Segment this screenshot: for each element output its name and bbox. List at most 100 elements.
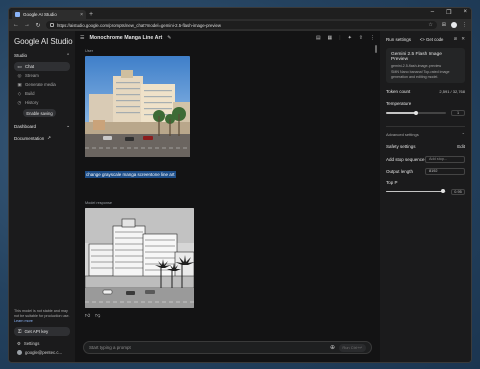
token-count-value: 2,591 / 32,768 bbox=[439, 89, 465, 95]
top-p-slider[interactable]: 0.95 bbox=[386, 188, 465, 196]
reload-icon[interactable]: ↻ bbox=[35, 22, 41, 29]
toolbar-actions: ▤ ▦ | ✦ ⇪ ⋮ bbox=[316, 35, 375, 41]
browser-toolbar-icons: ⊞ ⋮ bbox=[442, 22, 467, 28]
browser-tab[interactable]: Google AI Studio × bbox=[12, 10, 86, 19]
close-window-button[interactable]: × bbox=[463, 9, 467, 16]
chevron-up-icon: ⌃ bbox=[66, 53, 70, 58]
hotel-manga-lineart bbox=[85, 208, 194, 308]
top-p-row: Top P bbox=[386, 180, 465, 185]
thumbs-down-icon[interactable]: 👎︎ bbox=[95, 313, 100, 319]
temperature-input[interactable]: 1 bbox=[451, 110, 465, 117]
prompt-toolbar: ☰ Monochrome Manga Line Art ✎ ▤ ▦ | ✦ ⇪ … bbox=[75, 31, 380, 44]
top-p-label: Top P bbox=[386, 179, 398, 185]
minimize-button[interactable]: – bbox=[431, 9, 434, 16]
extensions-icon[interactable]: ⊞ bbox=[442, 22, 446, 28]
chat-main: ☰ Monochrome Manga Line Art ✎ ▤ ▦ | ✦ ⇪ … bbox=[75, 31, 380, 362]
temperature-thumb[interactable] bbox=[414, 110, 418, 115]
hotel-color-photo bbox=[85, 56, 190, 157]
advanced-settings-toggle[interactable]: Advanced settings ⌃ bbox=[386, 132, 465, 137]
collapse-sidebar-icon[interactable]: ☰ bbox=[80, 35, 84, 41]
save-icon[interactable]: ▦ bbox=[328, 35, 333, 41]
model-id: gemini-2.5-flash-image-preview bbox=[391, 64, 442, 68]
magic-icon[interactable]: ✦ bbox=[348, 35, 352, 41]
sidebar-item-label: Generate media bbox=[25, 82, 56, 87]
compare-icon[interactable]: ▤ bbox=[316, 35, 321, 41]
sidebar-item-label: Chat bbox=[25, 64, 35, 69]
model-name: Gemini 2.5 Flash Image Preview bbox=[391, 52, 442, 62]
stop-sequence-input[interactable]: Add stop... bbox=[425, 155, 465, 163]
lock-icon bbox=[50, 23, 54, 27]
new-tab-button[interactable]: + bbox=[89, 10, 93, 19]
app-logo: Google AI Studio bbox=[14, 37, 73, 46]
sidebar-item-history[interactable]: ◷ History bbox=[14, 98, 70, 107]
token-count-label: Token count bbox=[386, 89, 411, 95]
chevron-down-icon: ⌄ bbox=[66, 123, 70, 128]
thumbs-up-icon[interactable]: 👍︎ bbox=[85, 313, 90, 319]
temperature-row: Temperature bbox=[386, 101, 465, 106]
learn-more-link[interactable]: Learn more bbox=[14, 319, 33, 323]
safety-edit-button[interactable]: Edit bbox=[457, 144, 465, 149]
sidebar-item-stream[interactable]: ◎ Stream bbox=[14, 71, 70, 80]
token-count-row: Token count 2,591 / 32,768 bbox=[386, 89, 465, 94]
temperature-slider[interactable]: 1 bbox=[386, 109, 465, 117]
documentation-link[interactable]: Documentation ↗ bbox=[14, 135, 70, 141]
documentation-label: Documentation bbox=[14, 135, 45, 141]
top-p-track[interactable] bbox=[386, 189, 446, 194]
browser-window: Google AI Studio × + – ❐ × ← → ↻ https:/… bbox=[8, 7, 472, 363]
sidebar-item-generate-media[interactable]: ▣ Generate media bbox=[14, 80, 70, 89]
sidebar-item-build[interactable]: ◇ Build bbox=[14, 89, 70, 98]
output-length-label: Output length bbox=[386, 168, 414, 174]
settings-item[interactable]: ⚙ Settings bbox=[14, 339, 70, 348]
safety-settings-row: Safety settings Edit bbox=[386, 144, 465, 149]
user-uploaded-image[interactable] bbox=[85, 56, 190, 157]
reset-icon[interactable]: ⊘ bbox=[453, 36, 457, 42]
run-settings-title: Run settings bbox=[386, 36, 412, 42]
sidebar-item-label: Build bbox=[25, 91, 35, 96]
output-length-input[interactable]: 8192 bbox=[425, 167, 465, 175]
close-icon[interactable]: ✕ bbox=[461, 36, 465, 42]
add-media-icon[interactable]: ⊕ bbox=[330, 344, 335, 351]
bookmark-star-icon[interactable]: ☆ bbox=[428, 22, 432, 28]
sidebar-item-chat[interactable]: ▭ Chat bbox=[14, 62, 70, 71]
more-options-icon[interactable]: ⋮ bbox=[370, 35, 375, 41]
enable-saving-button[interactable]: Enable saving bbox=[23, 109, 56, 117]
page-title[interactable]: Monochrome Manga Line Art bbox=[89, 35, 162, 41]
prompt-input[interactable]: Start typing a prompt ⊕ Run Ctrl+↵ bbox=[83, 341, 372, 354]
build-icon: ◇ bbox=[17, 90, 22, 96]
model-selector-card[interactable]: Gemini 2.5 Flash Image Preview gemini-2.… bbox=[386, 48, 465, 84]
url-field[interactable]: https://aistudio.google.com/prompts/new_… bbox=[46, 21, 437, 29]
model-warning-note: This model is not stable and may not be … bbox=[14, 309, 70, 324]
dashboard-link[interactable]: Dashboard ⌄ bbox=[14, 123, 70, 129]
divider bbox=[386, 126, 465, 127]
maximize-button[interactable]: ❐ bbox=[446, 9, 451, 16]
top-p-input[interactable]: 0.95 bbox=[451, 188, 465, 195]
run-settings-header: Run settings <> Get code ⊘ ✕ bbox=[386, 36, 465, 42]
close-tab-icon[interactable]: × bbox=[80, 12, 83, 18]
temperature-track[interactable] bbox=[386, 110, 446, 115]
browser-menu-icon[interactable]: ⋮ bbox=[462, 22, 467, 28]
gear-icon: ⚙ bbox=[17, 340, 21, 346]
external-link-icon: ↗ bbox=[47, 135, 52, 140]
run-button[interactable]: Run Ctrl+↵ bbox=[339, 343, 366, 352]
user-prompt-text[interactable]: change grayscale manga screentone line a… bbox=[85, 171, 176, 178]
studio-section-header[interactable]: Studio ⌃ bbox=[14, 53, 70, 59]
edit-title-icon[interactable]: ✎ bbox=[167, 35, 171, 41]
user-email: google@pentec.c... bbox=[25, 350, 63, 355]
model-generated-image[interactable] bbox=[85, 208, 194, 308]
back-icon[interactable]: ← bbox=[13, 22, 19, 28]
chat-icon: ▭ bbox=[17, 63, 22, 69]
sidebar-item-label: History bbox=[25, 100, 39, 105]
account-item[interactable]: google@pentec.c... bbox=[14, 348, 70, 357]
history-icon: ◷ bbox=[17, 99, 22, 105]
top-p-thumb[interactable] bbox=[441, 189, 445, 194]
chat-scrollbar[interactable] bbox=[375, 45, 377, 53]
forward-icon[interactable]: → bbox=[24, 22, 30, 28]
url-text: https://aistudio.google.com/prompts/new_… bbox=[57, 22, 221, 28]
stream-icon: ◎ bbox=[17, 72, 22, 78]
profile-avatar[interactable] bbox=[451, 22, 457, 28]
safety-label: Safety settings bbox=[386, 143, 416, 149]
get-code-button[interactable]: <> Get code bbox=[420, 37, 444, 42]
temperature-label: Temperature bbox=[386, 101, 412, 107]
share-icon[interactable]: ⇪ bbox=[359, 35, 363, 41]
get-api-key-button[interactable]: ⚿ Get API key bbox=[14, 327, 70, 336]
